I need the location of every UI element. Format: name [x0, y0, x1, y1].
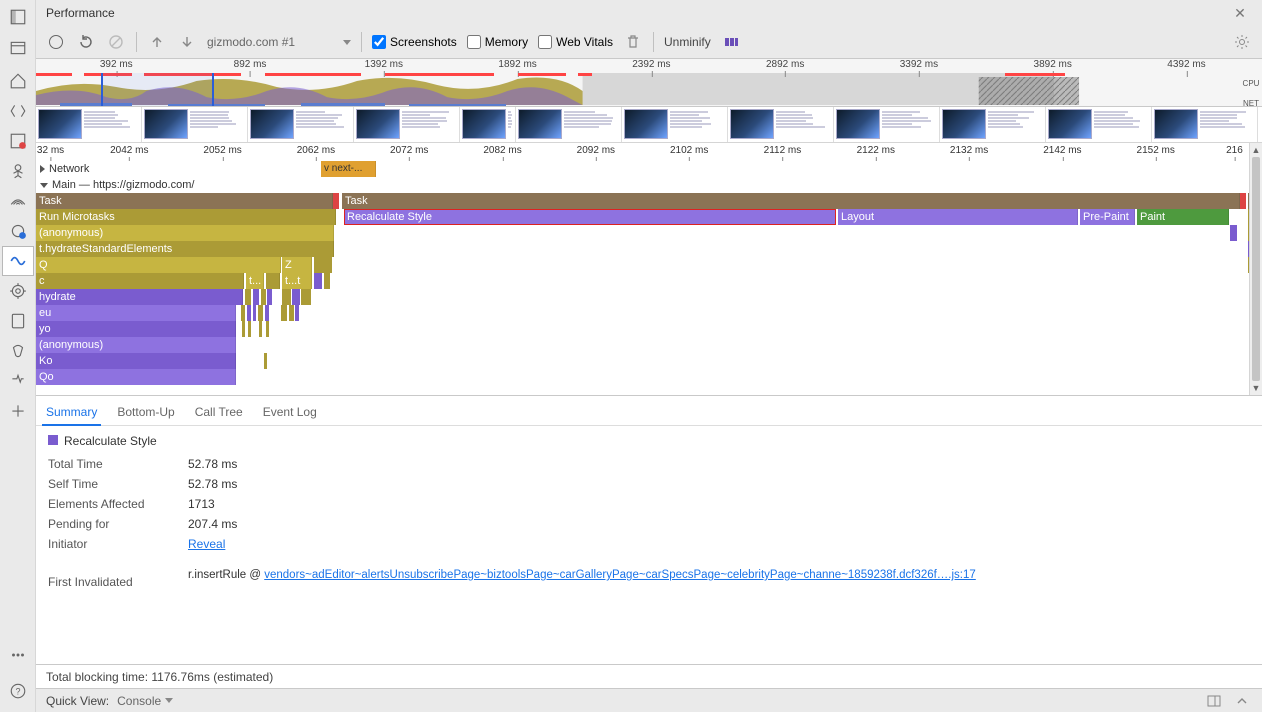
row-hydrate[interactable]: hydrate: [36, 289, 1249, 305]
tab-calltree[interactable]: Call Tree: [195, 399, 243, 425]
recording-selector[interactable]: gizmodo.com #1: [207, 35, 351, 49]
filmstrip-frame[interactable]: [460, 107, 516, 142]
unminify-button[interactable]: Unminify: [664, 35, 711, 49]
performance-icon[interactable]: [2, 246, 34, 276]
chevron-down-icon: [40, 183, 48, 188]
tab-bottomup[interactable]: Bottom-Up: [117, 399, 174, 425]
filmstrip-frame[interactable]: [516, 107, 622, 142]
flame-ruler: 32 ms2042 ms2052 ms2062 ms2072 ms2082 ms…: [36, 143, 1249, 161]
first-invalidated-link[interactable]: vendors~adEditor~alertsUnsubscribePage~b…: [264, 569, 976, 581]
tab-summary[interactable]: Summary: [46, 399, 97, 425]
row-hydratestd[interactable]: t.hydrateStandardElements An: [36, 241, 1249, 257]
filmstrip-frame[interactable]: [1046, 107, 1152, 142]
window-icon[interactable]: [2, 35, 34, 60]
filmstrip-frame[interactable]: [940, 107, 1046, 142]
self-time-value: 52.78 ms: [188, 477, 237, 491]
chevron-right-icon: [40, 165, 45, 173]
row-c[interactable]: c t... t...t: [36, 273, 1249, 289]
network-row[interactable]: Network v next-...: [36, 161, 1249, 177]
tbt-text: Total blocking time: 1176.76ms (estimate…: [46, 670, 273, 684]
recalculate-style-bar: Recalculate Style: [344, 209, 836, 225]
memory-icon[interactable]: [2, 276, 34, 306]
row-anon2[interactable]: (anonymous): [36, 337, 1249, 353]
collapse-icon[interactable]: [1232, 691, 1252, 711]
network-icon[interactable]: [2, 186, 34, 216]
main-column: Performance ✕ gizmodo.com #1 Screenshots…: [36, 0, 1262, 712]
detail-tabs: Summary Bottom-Up Call Tree Event Log: [36, 395, 1262, 425]
pending-for-value: 207.4 ms: [188, 517, 237, 531]
status-bar: Total blocking time: 1176.76ms (estimate…: [36, 664, 1262, 688]
sources-icon[interactable]: [2, 156, 34, 186]
help-icon[interactable]: ?: [2, 676, 34, 706]
row-Ko[interactable]: Ko: [36, 353, 1249, 369]
app-icon[interactable]: [2, 216, 34, 246]
row-task[interactable]: Task Task T...: [36, 193, 1249, 209]
event-color-swatch: [48, 435, 58, 445]
lighthouse-icon[interactable]: [2, 366, 34, 396]
panel-title: Performance: [46, 6, 1228, 20]
plus-icon[interactable]: [2, 396, 34, 426]
cpu-label: CPU: [1240, 79, 1262, 89]
overview-strip[interactable]: 392 ms892 ms1392 ms1892 ms2392 ms2892 ms…: [36, 59, 1262, 107]
download-icon[interactable]: [177, 32, 197, 52]
activity-bar: ?: [0, 0, 36, 712]
main-row[interactable]: Main — https://gizmodo.com/: [36, 177, 1249, 193]
total-time-value: 52.78 ms: [188, 457, 237, 471]
filmstrip-frame[interactable]: [622, 107, 728, 142]
tab-eventlog[interactable]: Event Log: [263, 399, 317, 425]
detail-panel: Recalculate Style Total Time52.78 ms Sel…: [36, 425, 1262, 664]
more-icon[interactable]: [2, 640, 34, 670]
row-Q[interactable]: Q Z: [36, 257, 1249, 273]
filmstrip-frame[interactable]: [354, 107, 460, 142]
settings-icon[interactable]: [1232, 32, 1252, 52]
recording-name: gizmodo.com #1: [207, 35, 295, 49]
console-icon[interactable]: [2, 126, 34, 156]
panel-icon[interactable]: [1204, 691, 1224, 711]
filmstrip-frame[interactable]: [1152, 107, 1258, 142]
filmstrip-frame[interactable]: [248, 107, 354, 142]
flamechart: 32 ms2042 ms2052 ms2062 ms2072 ms2082 ms…: [36, 143, 1262, 395]
filmstrip[interactable]: [36, 107, 1262, 143]
memory-checkbox[interactable]: Memory: [467, 35, 528, 49]
dock-icon[interactable]: [2, 4, 34, 29]
row-eu[interactable]: eu: [36, 305, 1249, 321]
quick-view-bar: Quick View: Console: [36, 688, 1262, 712]
welcome-icon[interactable]: [2, 66, 34, 96]
layers-icon[interactable]: [721, 32, 741, 52]
event-name: Recalculate Style: [64, 434, 157, 448]
elements-icon[interactable]: [2, 96, 34, 126]
screenshots-checkbox[interactable]: Screenshots: [372, 35, 457, 49]
record-button[interactable]: [46, 32, 66, 52]
flame-body[interactable]: 32 ms2042 ms2052 ms2062 ms2072 ms2082 ms…: [36, 143, 1250, 395]
row-Qo[interactable]: Qo: [36, 369, 1249, 385]
filmstrip-frame[interactable]: [834, 107, 940, 142]
upload-icon[interactable]: [147, 32, 167, 52]
titlebar: Performance ✕: [36, 0, 1262, 26]
filmstrip-frame[interactable]: [728, 107, 834, 142]
row-yo[interactable]: yo: [36, 321, 1249, 337]
quickview-selector[interactable]: Console: [117, 694, 173, 708]
application-icon[interactable]: [2, 306, 34, 336]
vertical-scrollbar[interactable]: ▲▼: [1250, 143, 1262, 395]
toolbar: gizmodo.com #1 Screenshots Memory Web Vi…: [36, 26, 1262, 59]
initiator-link[interactable]: Reveal: [188, 537, 225, 551]
reload-icon[interactable]: [76, 32, 96, 52]
security-icon[interactable]: [2, 336, 34, 366]
filmstrip-frame[interactable]: [142, 107, 248, 142]
webvitals-checkbox[interactable]: Web Vitals: [538, 35, 613, 49]
clear-icon[interactable]: [106, 32, 126, 52]
net-label: NET: [1240, 99, 1262, 109]
trash-icon[interactable]: [623, 32, 643, 52]
svg-text:?: ?: [15, 686, 20, 696]
filmstrip-frame[interactable]: [36, 107, 142, 142]
row-anon[interactable]: (anonymous) F...: [36, 225, 1249, 241]
elements-affected-value: 1713: [188, 497, 215, 511]
close-icon[interactable]: ✕: [1228, 5, 1252, 22]
row-microtasks[interactable]: Run Microtasks Recalculate Style Layout …: [36, 209, 1249, 225]
